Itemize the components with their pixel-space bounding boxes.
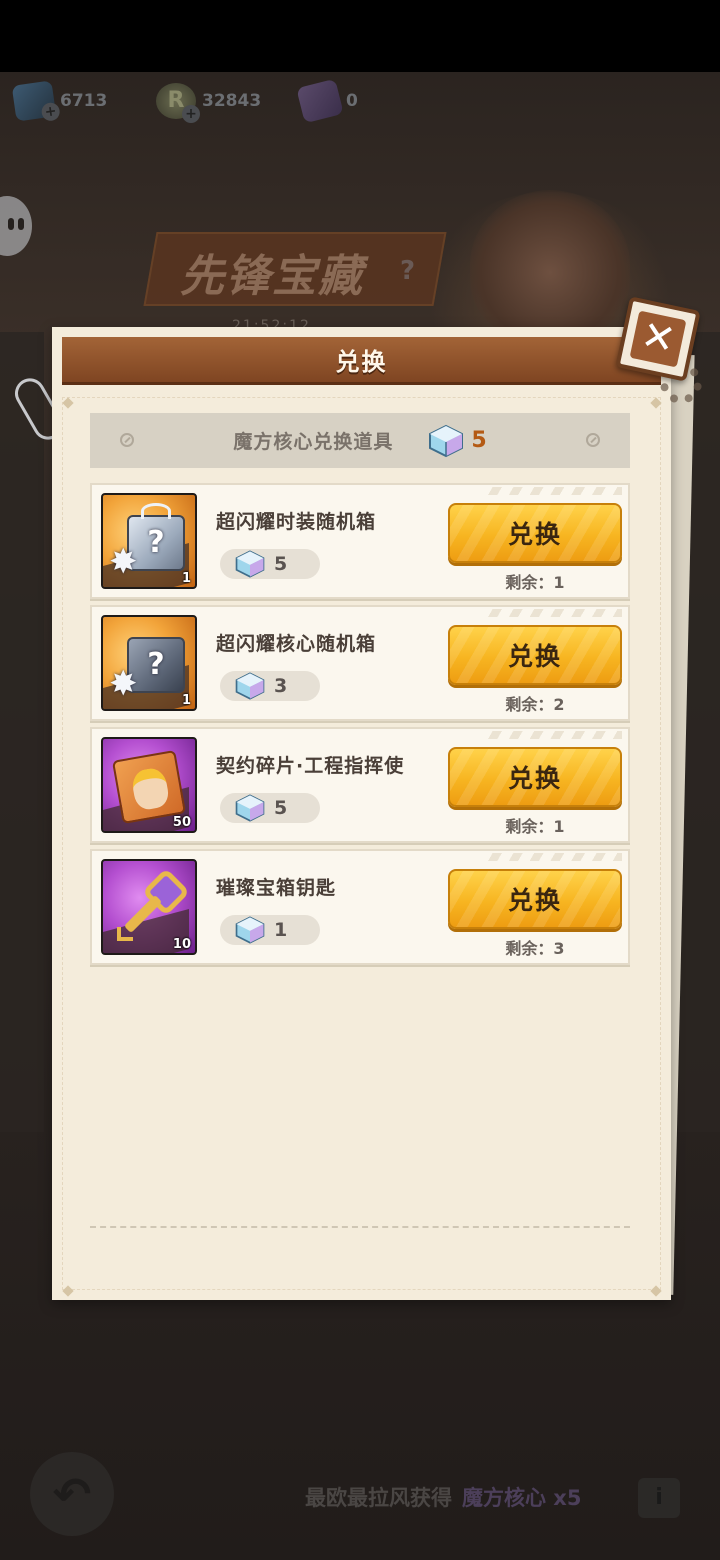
cost-value: 3 <box>274 675 288 697</box>
cost-value: 5 <box>274 553 288 575</box>
redeem-button[interactable]: 兑换 <box>448 747 622 807</box>
item-quantity: 1 <box>181 693 191 708</box>
item-cost: 1 <box>220 915 320 945</box>
close-button[interactable]: ✕ <box>615 296 701 382</box>
character-face-icon <box>130 766 171 812</box>
remaining-count: 剩余：3 <box>505 939 565 958</box>
sparkle-icon: ✸ <box>109 664 138 704</box>
item-name: 超闪耀时装随机箱 <box>216 511 377 533</box>
exchange-item: ? ✸ 1 超闪耀时装随机箱 5 兑换 剩余：1 <box>90 483 630 599</box>
reward-hint-highlight: 魔方核心 x5 <box>462 1486 582 1510</box>
cube-core-icon <box>235 672 265 700</box>
info-button[interactable]: i <box>638 1478 680 1518</box>
gem-icon: + <box>11 80 61 122</box>
back-button[interactable]: ↶ <box>30 1452 114 1536</box>
plus-icon[interactable]: + <box>40 101 61 122</box>
dialog-title: 兑换 <box>335 348 388 376</box>
currency-coin[interactable]: R + 32843 <box>156 82 262 123</box>
redeem-button[interactable]: 兑换 <box>448 503 622 563</box>
cost-value: 1 <box>274 919 288 941</box>
item-name: 超闪耀核心随机箱 <box>216 633 377 655</box>
redeem-button[interactable]: 兑换 <box>448 625 622 685</box>
pin-icon <box>586 433 600 447</box>
item-quantity: 1 <box>181 571 191 586</box>
event-banner-title: 先锋宝藏 <box>180 251 364 302</box>
exchange-item: ? ✸ 1 超闪耀核心随机箱 3 兑换 剩余：2 <box>90 605 630 721</box>
gem-count: 6713 <box>60 91 108 111</box>
character-portrait <box>470 190 630 340</box>
cube-core-icon <box>429 424 464 457</box>
remaining-count: 剩余：2 <box>505 695 565 714</box>
coin-icon: R + <box>156 83 200 123</box>
remaining-count: 剩余：1 <box>505 573 565 592</box>
sparkle-icon: ✸ <box>109 542 138 582</box>
item-name: 璀璨宝箱钥匙 <box>216 877 337 899</box>
remaining-count: 剩余：1 <box>505 817 565 836</box>
chest-key-icon[interactable]: 10 <box>101 859 197 955</box>
card-count: 0 <box>346 91 358 111</box>
core-box-icon[interactable]: ? ✸ 1 <box>101 615 197 711</box>
exchange-item: 10 璀璨宝箱钥匙 1 兑换 剩余：3 <box>90 849 630 965</box>
reward-hint: 最欧最拉风获得 魔方核心 x5 <box>305 1486 582 1510</box>
cost-value: 5 <box>274 797 288 819</box>
item-cost: 3 <box>220 671 320 701</box>
card-icon <box>296 78 344 124</box>
cube-core-icon <box>235 550 265 578</box>
contract-fragment-icon[interactable]: 50 <box>101 737 197 833</box>
help-question-icon[interactable]: ? <box>400 256 415 286</box>
cube-core-icon <box>235 916 265 944</box>
pin-icon <box>120 433 134 447</box>
item-cost: 5 <box>220 793 320 823</box>
redeem-button[interactable]: 兑换 <box>448 869 622 929</box>
owned-count: 5 <box>471 428 487 453</box>
status-bar-area <box>0 0 720 72</box>
coin-count: 32843 <box>202 91 262 111</box>
item-quantity: 10 <box>172 937 191 952</box>
plus-icon[interactable]: + <box>182 105 200 123</box>
item-quantity: 50 <box>172 815 191 830</box>
currency-strip: 魔方核心兑换道具 5 <box>90 413 630 468</box>
currency-gem[interactable]: + 6713 <box>11 80 108 122</box>
currency-card[interactable]: 0 <box>296 78 358 124</box>
item-cost: 5 <box>220 549 320 579</box>
exchange-item: 50 契约碎片·工程指挥使 5 兑换 剩余：1 <box>90 727 630 843</box>
dialog-header: 兑换 <box>62 337 661 385</box>
cube-core-icon <box>235 794 265 822</box>
close-icon: ✕ <box>629 310 687 368</box>
strip-label: 魔方核心兑换道具 <box>233 431 394 453</box>
item-name: 契约碎片·工程指挥使 <box>216 755 405 777</box>
fashion-box-icon[interactable]: ? ✸ 1 <box>101 493 197 589</box>
list-divider <box>90 1226 630 1228</box>
